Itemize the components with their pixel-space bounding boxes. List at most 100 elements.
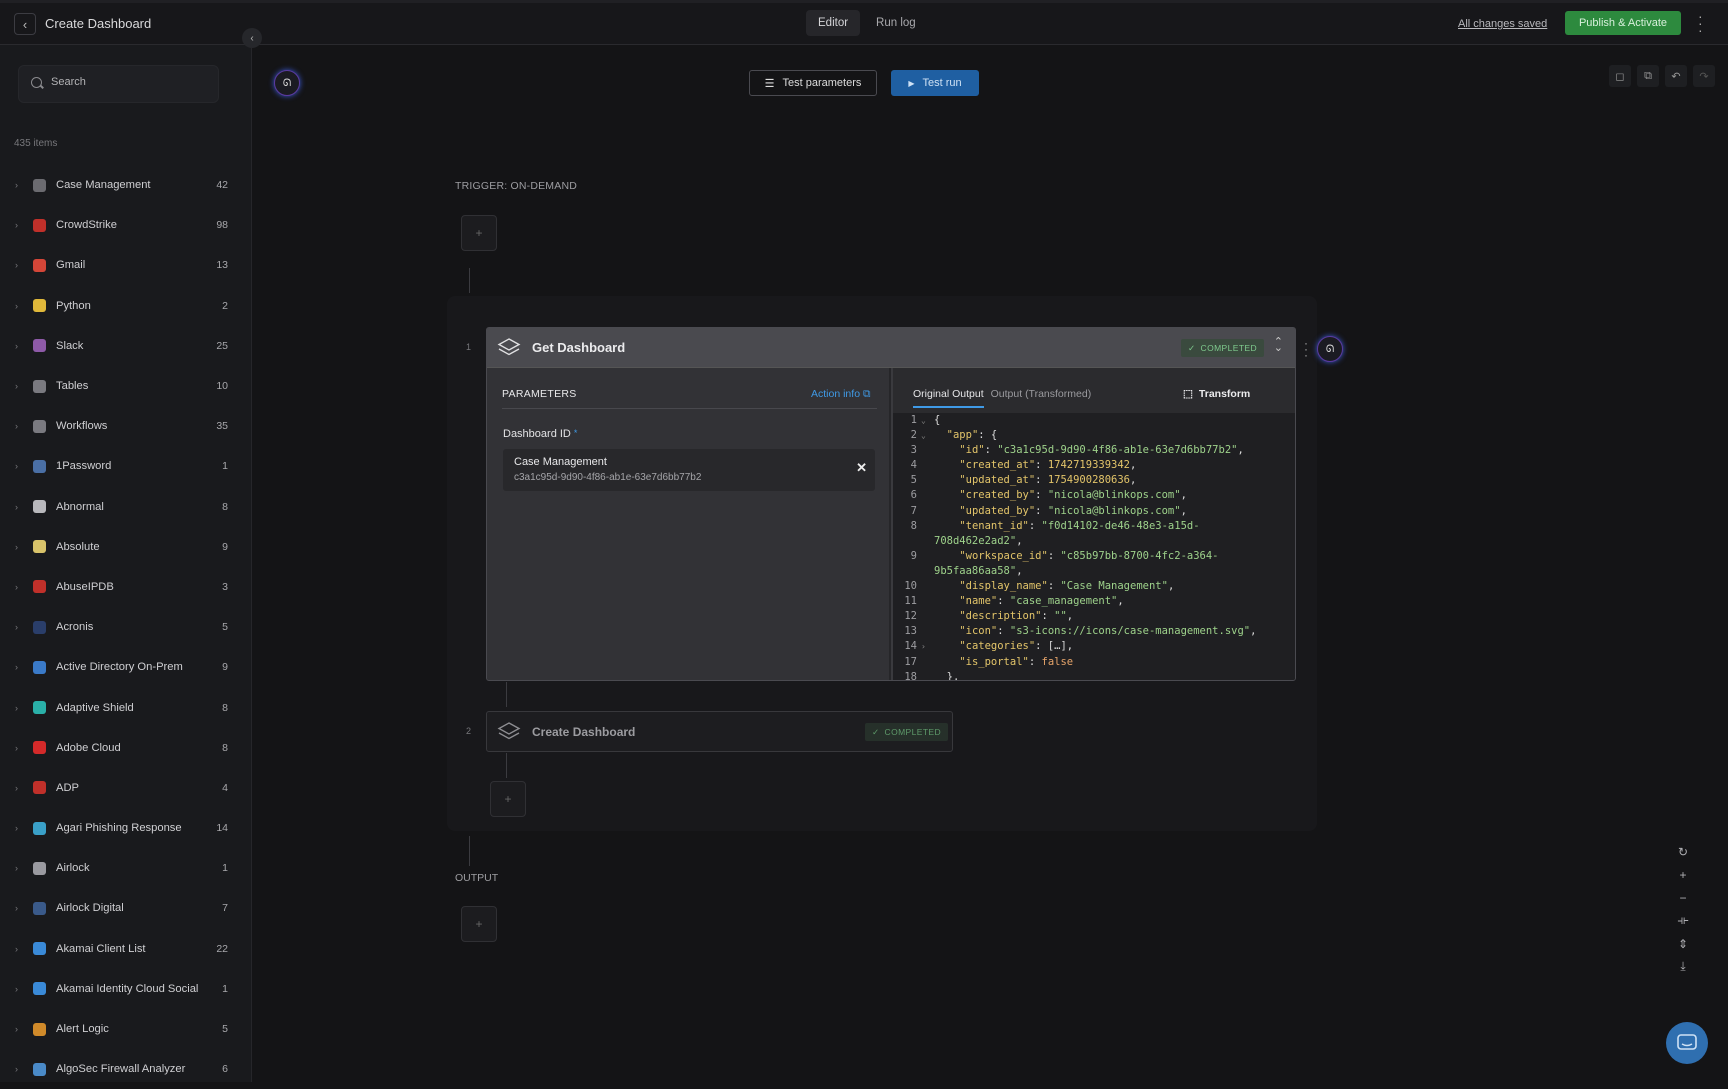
json-output-viewer[interactable]: 1 ⌄{2 ⌄ "app": {3 "id": "c3a1c95d-9d90-4f8…	[893, 413, 1295, 680]
step-card-create-dashboard[interactable]: Create Dashboard ✓ COMPLETED	[486, 711, 953, 752]
app-list-item[interactable]: › Tables 10	[0, 366, 252, 406]
app-list-item[interactable]: › Gmail 13	[0, 245, 252, 285]
tab-run-log[interactable]: Run log	[864, 10, 928, 36]
app-name: Absolute	[56, 540, 100, 553]
app-list-item[interactable]: › AbuseIPDB 3	[0, 567, 252, 607]
app-list-item[interactable]: › Adaptive Shield 8	[0, 687, 252, 727]
code-text: "description": "",	[959, 610, 1074, 623]
list-icon: ☰	[764, 77, 775, 90]
app-list-item[interactable]: › Airlock 1	[0, 848, 252, 888]
search-input[interactable]	[51, 76, 211, 88]
add-output-step-button[interactable]: +	[461, 906, 497, 942]
app-icon	[33, 660, 46, 674]
app-count: 10	[216, 380, 228, 393]
fit-width-icon[interactable]: ⟛	[1678, 909, 1689, 932]
app-list-item[interactable]: › Akamai Client List 22	[0, 929, 252, 969]
app-name: Gmail	[56, 259, 86, 272]
app-list-item[interactable]: › Abnormal 8	[0, 487, 252, 527]
app-list-item[interactable]: › AlgoSec Firewall Analyzer 6	[0, 1049, 252, 1089]
app-list-item[interactable]: › Alert Logic 5	[0, 1009, 252, 1049]
app-list-item[interactable]: › Active Directory On-Prem 9	[0, 647, 252, 687]
fold-toggle-icon[interactable]: ⌄	[921, 413, 926, 428]
add-step-button[interactable]: +	[490, 781, 526, 817]
trigger-label: TRIGGER: ON-DEMAND	[455, 180, 578, 192]
add-trigger-step-button[interactable]: +	[461, 215, 497, 251]
publish-activate-button[interactable]: Publish & Activate	[1565, 11, 1681, 35]
expand-collapse-icon[interactable]: ⌃ ⌄	[1274, 337, 1283, 354]
app-list-item[interactable]: › Python 2	[0, 286, 252, 326]
code-line: 1 ⌄ {	[893, 413, 1295, 428]
line-number: 3	[910, 444, 917, 457]
redo-icon[interactable]: ↷	[1693, 65, 1715, 87]
app-list-item[interactable]: › Acronis 5	[0, 607, 252, 647]
step-card-header[interactable]: Get Dashboard ✓ COMPLETED ⌃ ⌄	[487, 328, 1295, 368]
app-name: Akamai Identity Cloud Social	[56, 982, 199, 995]
step-menu-icon[interactable]: · · ·	[1304, 337, 1308, 361]
play-icon: ▶	[908, 78, 915, 88]
plus-icon: +	[504, 792, 512, 806]
tab-original-output[interactable]: Original Output	[913, 388, 984, 408]
collapse-all-icon[interactable]: ⤓	[1680, 955, 1685, 978]
app-list-item[interactable]: › Workflows 35	[0, 406, 252, 446]
clear-icon[interactable]: ✕	[856, 460, 867, 476]
test-run-label: Test run	[922, 77, 962, 89]
app-list-item[interactable]: › Case Management 42	[0, 165, 252, 205]
page-title: Create Dashboard	[45, 16, 152, 31]
chevron-right-icon: ›	[15, 220, 18, 231]
fit-height-icon[interactable]: ⇕	[1678, 932, 1688, 955]
app-list-item[interactable]: › Absolute 9	[0, 527, 252, 567]
save-status-link[interactable]: All changes saved	[1458, 18, 1547, 30]
collapse-sidebar-button[interactable]: ‹	[242, 28, 262, 48]
app-list-item[interactable]: › 1Password 1	[0, 446, 252, 486]
back-button[interactable]: ‹	[14, 13, 36, 35]
dashboard-id-field[interactable]: Case Management c3a1c95d-9d90-4f86-ab1e-…	[503, 449, 875, 491]
step-ai-button[interactable]: ᘏ	[1317, 336, 1343, 362]
app-icon	[33, 781, 46, 795]
zoom-out-icon[interactable]: −	[1679, 886, 1686, 909]
canvas-tools: ◻ ⧉ ↶ ↷	[1609, 65, 1715, 87]
step-number: 2	[466, 726, 472, 736]
app-name: ADP	[56, 781, 80, 794]
field-label-text: Dashboard ID	[503, 428, 571, 440]
chevron-right-icon: ›	[15, 421, 18, 432]
app-list-item[interactable]: › ADP 4	[0, 768, 252, 808]
connector-line	[469, 836, 470, 866]
screenshot-icon[interactable]: ◻	[1609, 65, 1631, 87]
line-number: 6	[910, 489, 917, 502]
zoom-in-icon[interactable]: +	[1679, 863, 1686, 886]
ai-assistant-button[interactable]: ᘏ	[274, 70, 300, 96]
test-run-button[interactable]: ▶ Test run	[891, 70, 979, 96]
chevron-right-icon: ›	[15, 381, 18, 392]
tab-editor[interactable]: Editor	[806, 10, 861, 36]
duplicate-icon[interactable]: ⧉	[1637, 65, 1659, 87]
action-info-link[interactable]: Action info ⧉	[811, 388, 870, 401]
chevron-right-icon: ›	[15, 541, 18, 552]
app-list-item[interactable]: › CrowdStrike 98	[0, 205, 252, 245]
code-text: 708d462e2ad2",	[934, 534, 1023, 547]
app-list-item[interactable]: › Agari Phishing Response 14	[0, 808, 252, 848]
test-parameters-button[interactable]: ☰ Test parameters	[749, 70, 877, 96]
chevron-left-icon: ‹	[22, 16, 28, 32]
app-list-item[interactable]: › Slack 25	[0, 326, 252, 366]
undo-icon[interactable]: ↶	[1665, 65, 1687, 87]
fold-toggle-icon[interactable]: ⌄	[921, 428, 926, 443]
code-text: "workspace_id": "c85b97bb-8700-4fc2-a364…	[959, 549, 1219, 562]
reset-view-icon[interactable]: ↻	[1678, 840, 1688, 863]
code-text: "name": "case_management",	[959, 595, 1124, 608]
app-count: 25	[216, 339, 228, 352]
more-options-icon[interactable]: · · ·	[1698, 9, 1703, 37]
app-list-item[interactable]: › Akamai Identity Cloud Social 1	[0, 969, 252, 1009]
transform-button[interactable]: ⬚ Transform	[1183, 388, 1250, 400]
app-list-item[interactable]: › Airlock Digital 7	[0, 888, 252, 928]
chat-support-button[interactable]	[1666, 1022, 1708, 1064]
step-card-get-dashboard[interactable]: Get Dashboard ✓ COMPLETED ⌃ ⌄ PARAMETERS …	[486, 327, 1296, 681]
app-count: 5	[222, 621, 228, 634]
code-text: {	[934, 414, 941, 426]
app-icon	[33, 419, 46, 433]
tab-transformed-output[interactable]: Output (Transformed)	[991, 388, 1092, 408]
fold-toggle-icon[interactable]: ›	[921, 639, 926, 654]
app-count: 1	[222, 982, 228, 995]
code-text: 9b5faa86aa58",	[934, 564, 1023, 577]
app-list-item[interactable]: › Adobe Cloud 8	[0, 728, 252, 768]
app-icon	[33, 258, 46, 272]
